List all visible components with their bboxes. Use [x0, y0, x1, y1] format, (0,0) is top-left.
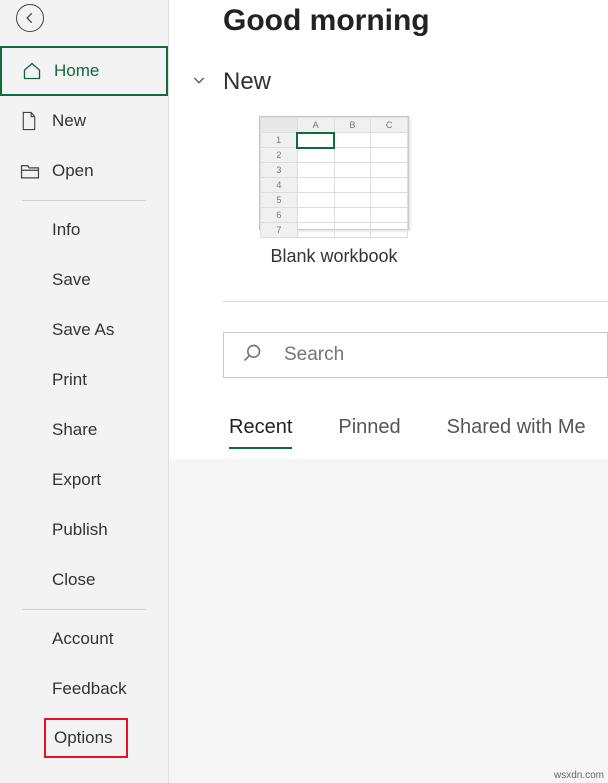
home-icon: [22, 61, 44, 81]
sidebar-item-close[interactable]: Close: [0, 555, 168, 605]
sidebar-item-save-as[interactable]: Save As: [0, 305, 168, 355]
section-new-header[interactable]: New: [191, 68, 608, 96]
sidebar: Home New Open Info Save Save As Print Sh…: [0, 0, 169, 783]
new-file-icon: [20, 111, 42, 131]
recent-content-area: [169, 459, 608, 783]
watermark: wsxdn.com: [554, 770, 604, 781]
sidebar-item-label: Open: [52, 161, 94, 181]
main-panel: Good morning New ABC 1 2 3 4 5 6 7: [169, 0, 608, 783]
sidebar-item-publish[interactable]: Publish: [0, 505, 168, 555]
sidebar-item-open[interactable]: Open: [0, 146, 168, 196]
section-divider: [223, 301, 608, 302]
search-icon: [242, 343, 264, 368]
template-thumbnail: ABC 1 2 3 4 5 6 7: [259, 116, 409, 230]
sidebar-item-home[interactable]: Home: [0, 46, 168, 96]
sidebar-item-feedback[interactable]: Feedback: [0, 664, 168, 714]
back-button[interactable]: [16, 4, 44, 32]
sidebar-divider: [22, 200, 146, 201]
sidebar-item-export[interactable]: Export: [0, 455, 168, 505]
tabs: Recent Pinned Shared with Me: [229, 416, 608, 449]
tab-recent[interactable]: Recent: [229, 416, 292, 449]
sidebar-item-account[interactable]: Account: [0, 614, 168, 664]
back-arrow-icon: [23, 11, 37, 25]
tab-shared-with-me[interactable]: Shared with Me: [447, 416, 586, 449]
sidebar-item-save[interactable]: Save: [0, 255, 168, 305]
template-row: ABC 1 2 3 4 5 6 7 Blank workbook: [259, 116, 608, 267]
section-title: New: [223, 68, 271, 96]
open-folder-icon: [20, 162, 42, 180]
tab-pinned[interactable]: Pinned: [338, 416, 400, 449]
sidebar-item-label: Home: [54, 61, 99, 81]
sidebar-item-print[interactable]: Print: [0, 355, 168, 405]
page-title: Good morning: [223, 4, 608, 38]
sidebar-item-options[interactable]: Options: [44, 718, 128, 758]
sidebar-item-share[interactable]: Share: [0, 405, 168, 455]
template-blank-workbook[interactable]: ABC 1 2 3 4 5 6 7 Blank workbook: [259, 116, 409, 267]
sidebar-item-info[interactable]: Info: [0, 205, 168, 255]
search-box[interactable]: [223, 332, 608, 378]
template-label: Blank workbook: [270, 246, 397, 267]
search-input[interactable]: [284, 344, 607, 366]
sidebar-item-label: New: [52, 111, 86, 131]
sidebar-divider: [22, 609, 146, 610]
sidebar-item-new[interactable]: New: [0, 96, 168, 146]
chevron-down-icon: [191, 72, 209, 93]
